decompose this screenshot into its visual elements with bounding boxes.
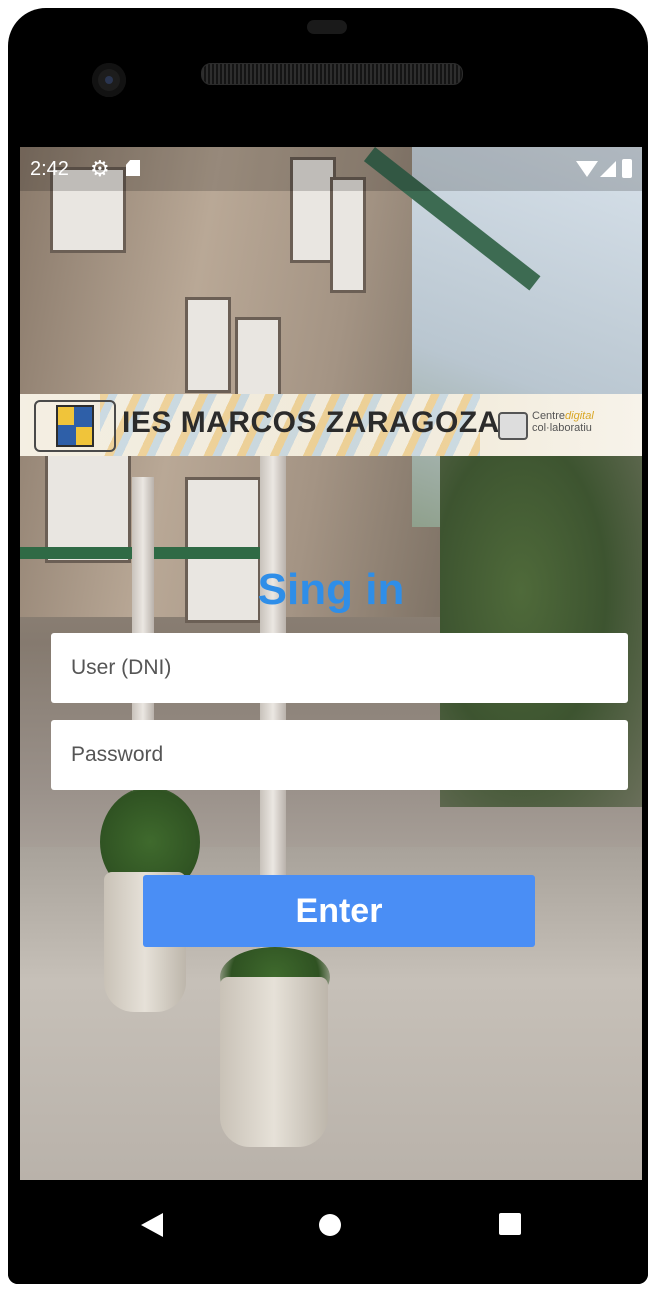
home-icon[interactable] — [319, 1214, 341, 1236]
enter-button[interactable]: Enter — [143, 875, 535, 947]
sd-card-icon — [126, 160, 140, 176]
top-speaker — [307, 20, 347, 34]
background-window — [45, 447, 131, 563]
password-input[interactable] — [51, 720, 628, 790]
background-planter — [220, 977, 328, 1147]
status-time: 2:42 — [30, 158, 69, 180]
partner-line1: Centre — [532, 410, 566, 422]
centre-digital-label: Centredigital col·laboratiu — [532, 410, 594, 434]
background-window — [185, 297, 231, 393]
battery-icon — [622, 159, 632, 178]
user-dni-input[interactable] — [51, 633, 628, 703]
recents-icon[interactable] — [499, 1213, 521, 1235]
school-banner: IES MARCOS ZARAGOZA Centredigital col·la… — [20, 394, 642, 456]
background-window — [235, 317, 281, 403]
school-logo-icon — [56, 405, 94, 447]
school-name: IES MARCOS ZARAGOZA — [122, 406, 500, 439]
phone-frame: 2:42 ⚙ IES MARCOS ZARAGOZA Centredigital… — [8, 8, 648, 1284]
partner-line2: col·laboratiu — [532, 422, 592, 434]
system-nav-bar — [8, 1180, 648, 1284]
status-bar: 2:42 ⚙ — [20, 147, 642, 191]
signal-icon — [600, 161, 616, 177]
gear-icon: ⚙ — [90, 156, 110, 181]
partner-accent: digital — [565, 410, 594, 422]
sign-in-heading: Sing in — [257, 565, 405, 614]
earpiece-grille — [201, 63, 463, 85]
wifi-icon — [576, 161, 598, 177]
background-window — [330, 177, 366, 293]
centre-digital-logo-icon — [498, 412, 528, 440]
back-icon[interactable] — [141, 1213, 163, 1237]
front-camera — [92, 63, 126, 97]
app-screen: 2:42 ⚙ IES MARCOS ZARAGOZA Centredigital… — [20, 147, 642, 1181]
